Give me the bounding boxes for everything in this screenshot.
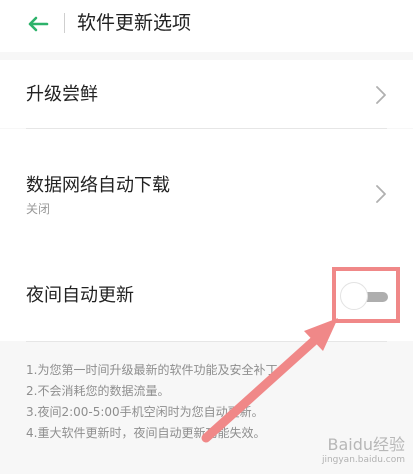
watermark-brand: Baidu经验 <box>327 435 405 454</box>
title-bar: 软件更新选项 <box>0 0 413 52</box>
annotation-highlight-box <box>332 267 400 323</box>
note-item: 2.不会消耗您的数据流量。 <box>26 384 170 398</box>
setting-label: 数据网络自动下载 <box>26 175 170 196</box>
setting-label: 夜间自动更新 <box>26 285 134 306</box>
notes-list: 1.为您第一时间升级最新的软件功能及安全补丁。 2.不会消耗您的数据流量。 3.… <box>26 360 396 444</box>
setting-label: 升级尝鲜 <box>26 84 98 105</box>
setting-row-upgrade-preview[interactable]: 升级尝鲜 <box>0 60 413 128</box>
page-title: 软件更新选项 <box>77 12 192 34</box>
divider <box>26 341 387 342</box>
back-arrow-icon <box>28 16 49 32</box>
chevron-right-icon <box>376 86 386 104</box>
chevron-right-icon <box>376 185 386 203</box>
setting-sublabel: 关闭 <box>26 202 51 216</box>
header-divider <box>64 13 65 33</box>
note-item: 1.为您第一时间升级最新的软件功能及安全补丁。 <box>26 363 290 377</box>
watermark: Baidu经验 jingyan.baidu.com <box>322 436 405 466</box>
watermark-url: jingyan.baidu.com <box>321 455 405 465</box>
back-button[interactable] <box>20 9 56 39</box>
setting-row-mobile-data-download[interactable]: 数据网络自动下载 关闭 <box>0 129 413 247</box>
note-item: 3.夜间2:00-5:00手机空闲时为您自动更新。 <box>26 405 264 419</box>
